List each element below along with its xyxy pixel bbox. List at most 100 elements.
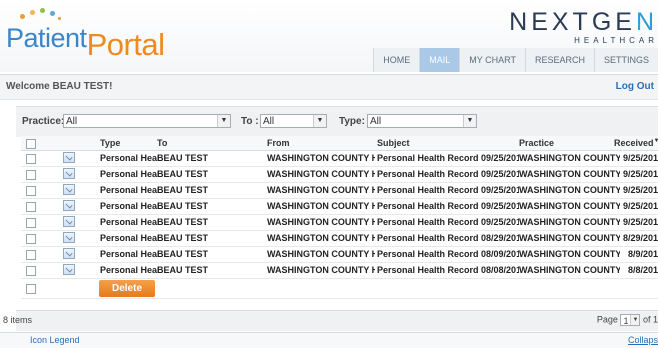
table-row[interactable]: Personal Heal BEAU TEST WASHINGTON COUNT… xyxy=(21,247,658,263)
cell-subject[interactable]: Personal Health Record 08/08/2014 xyxy=(377,265,519,275)
cell-type: Personal Heal xyxy=(100,233,160,243)
cell-received: 8/29/201 xyxy=(622,233,658,243)
page-label: Page xyxy=(596,314,618,325)
grid-header-row: Type To From Subject Practice Received▼ xyxy=(21,136,658,151)
to-filter-select[interactable]: All ▼ xyxy=(260,114,327,128)
brand-tail: N xyxy=(635,8,658,36)
cell-subject[interactable]: Personal Health Record 09/25/2014 xyxy=(377,201,519,211)
filter-bar: Practice: All ▼ To : All ▼ Type: All ▼ xyxy=(16,106,658,137)
row-checkbox[interactable] xyxy=(26,284,36,294)
mail-envelope-icon xyxy=(63,216,75,227)
row-checkbox[interactable] xyxy=(26,234,36,244)
cell-type: Personal Heal xyxy=(100,201,160,211)
cell-to: BEAU TEST xyxy=(157,249,209,259)
cell-type: Personal Heal xyxy=(100,185,160,195)
table-row[interactable]: Personal Heal BEAU TEST WASHINGTON COUNT… xyxy=(21,151,658,167)
cell-received: 9/25/201 xyxy=(622,153,658,163)
mail-grid: Type To From Subject Practice Received▼ … xyxy=(21,136,658,299)
mail-envelope-icon xyxy=(63,200,75,211)
nextgen-brand: NEXTGEN xyxy=(509,8,658,37)
column-header-from[interactable]: From xyxy=(267,138,375,148)
cell-from: WASHINGTON COUNTY HC xyxy=(267,217,375,227)
page-select[interactable]: 1 ▼ xyxy=(620,314,641,326)
cell-type: Personal Heal xyxy=(100,153,160,163)
cell-subject[interactable]: Personal Health Record 08/29/2014 xyxy=(377,233,519,243)
page-of-label: of 1 xyxy=(642,314,658,325)
grid-footer: 8 items Page 1 ▼ of 1 xyxy=(3,310,658,331)
cell-received: 9/25/201 xyxy=(622,217,658,227)
mail-envelope-icon xyxy=(63,232,75,243)
row-checkbox[interactable] xyxy=(26,154,36,164)
cell-from: WASHINGTON COUNTY HC xyxy=(267,169,375,179)
column-header-to[interactable]: To xyxy=(157,138,257,148)
cell-to: BEAU TEST xyxy=(157,233,209,243)
cell-from: WASHINGTON COUNTY HC xyxy=(267,185,375,195)
column-header-practice[interactable]: Practice xyxy=(519,138,620,148)
chevron-down-icon: ▼ xyxy=(463,115,476,127)
tab-my-chart[interactable]: MY CHART xyxy=(459,48,525,72)
practice-filter-select[interactable]: All ▼ xyxy=(63,114,231,128)
cell-from: WASHINGTON COUNTY HC xyxy=(267,153,375,163)
table-row[interactable]: Personal Heal BEAU TEST WASHINGTON COUNT… xyxy=(21,167,658,183)
column-header-received[interactable]: Received▼ xyxy=(614,138,658,148)
main-nav: HOME MAIL MY CHART RESEARCH SETTINGS xyxy=(373,48,658,72)
icon-legend-link[interactable]: Icon Legend xyxy=(30,335,80,345)
mail-envelope-icon xyxy=(63,168,75,179)
logo-text-portal: Portal xyxy=(86,27,165,62)
cell-subject[interactable]: Personal Health Record 09/25/2014 xyxy=(377,169,519,179)
cell-received: 9/25/201 xyxy=(622,169,658,179)
table-row[interactable]: Personal Heal BEAU TEST WASHINGTON COUNT… xyxy=(21,215,658,231)
to-filter-label: To : xyxy=(241,116,259,127)
practice-filter-label: Practice: xyxy=(22,116,65,127)
tab-settings[interactable]: SETTINGS xyxy=(593,48,658,72)
row-checkbox[interactable] xyxy=(26,250,36,260)
delete-button[interactable]: Delete xyxy=(99,280,155,297)
chevron-down-icon: ▼ xyxy=(313,115,326,127)
type-filter-label: Type: xyxy=(339,116,365,127)
welcome-text: Welcome BEAU TEST! xyxy=(6,81,113,92)
page-select-value: 1 xyxy=(623,316,629,326)
type-filter-select[interactable]: All ▼ xyxy=(367,114,477,128)
mail-envelope-icon xyxy=(63,184,75,195)
row-checkbox[interactable] xyxy=(26,202,36,212)
cell-subject[interactable]: Personal Health Record 09/25/2014 xyxy=(377,185,519,195)
brand-subtitle: HEALTHCAR xyxy=(574,36,658,45)
cell-from: WASHINGTON COUNTY HC xyxy=(267,201,375,211)
cell-type: Personal Heal xyxy=(100,249,160,259)
cell-received: 8/8/201 xyxy=(627,265,658,275)
row-checkbox[interactable] xyxy=(26,186,36,196)
cell-to: BEAU TEST xyxy=(157,185,209,195)
column-header-subject[interactable]: Subject xyxy=(377,138,519,148)
app-header: PatientPortal NEXTGEN HEALTHCAR HOME MAI… xyxy=(0,0,658,72)
cell-to: BEAU TEST xyxy=(157,169,209,179)
patient-portal-logo[interactable]: PatientPortal xyxy=(6,19,165,62)
select-all-checkbox[interactable] xyxy=(26,139,36,149)
collapse-link[interactable]: Collaps xyxy=(628,335,658,345)
practice-filter-value: All xyxy=(66,116,78,127)
table-row[interactable]: Personal Heal BEAU TEST WASHINGTON COUNT… xyxy=(21,199,658,215)
row-checkbox[interactable] xyxy=(26,218,36,228)
cell-received: 9/25/201 xyxy=(622,201,658,211)
table-row[interactable]: Personal Heal BEAU TEST WASHINGTON COUNT… xyxy=(21,183,658,199)
cell-subject[interactable]: Personal Health Record 09/25/2014 xyxy=(377,153,519,163)
tab-home[interactable]: HOME xyxy=(373,48,420,72)
mail-envelope-icon xyxy=(63,248,75,259)
cell-type: Personal Heal xyxy=(100,169,160,179)
tab-research[interactable]: RESEARCH xyxy=(524,48,594,72)
row-checkbox[interactable] xyxy=(26,266,36,276)
cell-from: WASHINGTON COUNTY HC xyxy=(267,265,375,275)
cell-subject[interactable]: Personal Health Record 09/25/2014 xyxy=(377,217,519,227)
tab-mail[interactable]: MAIL xyxy=(419,48,460,72)
row-checkbox[interactable] xyxy=(26,170,36,180)
table-row[interactable]: Personal Heal BEAU TEST WASHINGTON COUNT… xyxy=(21,231,658,247)
logout-link[interactable]: Log Out xyxy=(616,81,654,92)
cell-type: Personal Heal xyxy=(100,265,160,275)
pager: Page 1 ▼ of 1 xyxy=(597,314,658,326)
sort-desc-icon: ▼ xyxy=(653,138,658,144)
mail-envelope-icon xyxy=(63,264,75,275)
column-header-type[interactable]: Type xyxy=(100,138,160,148)
logo-text-patient: Patient xyxy=(6,23,87,53)
cell-subject[interactable]: Personal Health Record 08/09/2014 xyxy=(377,249,519,259)
mail-envelope-icon xyxy=(63,152,75,163)
table-row[interactable]: Personal Heal BEAU TEST WASHINGTON COUNT… xyxy=(21,263,658,279)
